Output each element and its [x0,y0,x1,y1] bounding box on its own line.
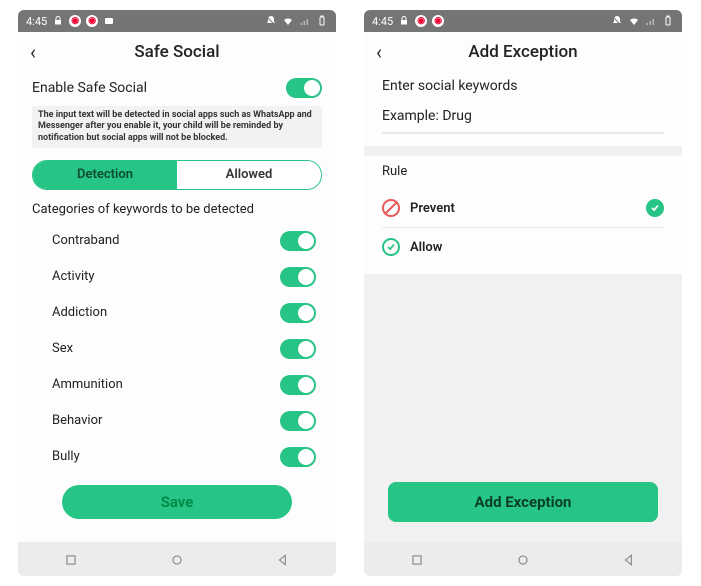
page-title: Add Exception [364,42,682,62]
screen-safe-social: 4:45 ◉ ◉ ‹ Safe Social Enable Safe Socia… [18,10,336,576]
app-dot-icon: ◉ [69,15,81,27]
detection-allowed-tabs: Detection Allowed [32,160,322,190]
nav-recent-icon[interactable] [410,552,424,566]
divider [364,146,682,156]
nav-back-icon[interactable] [622,552,636,566]
nav-recent-icon[interactable] [64,552,78,566]
category-row: Activity [32,259,322,295]
app-dot-icon: ◉ [86,15,98,27]
wifi-icon [628,15,640,27]
title-bar: ‹ Add Exception [364,32,682,72]
keyword-prompt: Enter social keywords [382,78,664,94]
page-title: Safe Social [18,42,336,62]
category-row: Contraband [32,223,322,259]
app-dot-icon: ◉ [432,15,444,27]
rule-prevent[interactable]: Prevent [382,189,664,228]
rule-heading: Rule [382,164,664,179]
category-toggle[interactable] [280,375,316,395]
nav-home-icon[interactable] [516,552,530,566]
nav-home-icon[interactable] [170,552,184,566]
battery-icon [662,15,674,27]
prevent-icon [382,199,400,217]
categories-heading: Categories of keywords to be detected [32,202,322,217]
battery-icon [316,15,328,27]
tab-detection[interactable]: Detection [33,161,177,189]
tab-allowed[interactable]: Allowed [177,161,321,189]
signal-icon [645,15,657,27]
allow-icon [382,238,400,256]
rule-prevent-label: Prevent [410,201,455,216]
status-bar: 4:45 ◉ ◉ [364,10,682,32]
status-time: 4:45 [372,15,393,28]
card-icon [103,15,115,27]
add-exception-button[interactable]: Add Exception [388,482,658,522]
enable-toggle[interactable] [286,78,322,98]
status-bar: 4:45 ◉ ◉ [18,10,336,32]
category-row: Addiction [32,295,322,331]
category-row: Ammunition [32,367,322,403]
empty-area: Add Exception [364,274,682,542]
rule-allow[interactable]: Allow [382,228,664,266]
category-row: Sex [32,331,322,367]
lock-icon [52,15,64,27]
app-dot-icon: ◉ [415,15,427,27]
bell-off-icon [265,15,277,27]
category-row: Behavior [32,403,322,439]
screen-add-exception: 4:45 ◉ ◉ ‹ Add Exception Enter social ke… [364,10,682,576]
category-toggle[interactable] [280,231,316,251]
keyword-input[interactable]: Example: Drug [382,104,664,134]
info-box: The input text will be detected in socia… [32,106,322,148]
status-time: 4:45 [26,15,47,28]
rule-allow-label: Allow [410,240,442,255]
category-toggle[interactable] [280,447,316,467]
category-toggle[interactable] [280,267,316,287]
enable-row: Enable Safe Social [32,72,322,106]
wifi-icon [282,15,294,27]
title-bar: ‹ Safe Social [18,32,336,72]
category-toggle[interactable] [280,303,316,323]
android-nav-bar [364,542,682,576]
bell-off-icon [611,15,623,27]
category-toggle[interactable] [280,339,316,359]
category-row: Bully [32,439,322,475]
android-nav-bar [18,542,336,576]
signal-icon [299,15,311,27]
save-button[interactable]: Save [62,485,292,519]
enable-label: Enable Safe Social [32,80,147,96]
category-toggle[interactable] [280,411,316,431]
checkmark-icon [646,199,664,217]
lock-icon [398,15,410,27]
nav-back-icon[interactable] [276,552,290,566]
category-list: Contraband Activity Addiction Sex Ammuni… [32,223,322,475]
